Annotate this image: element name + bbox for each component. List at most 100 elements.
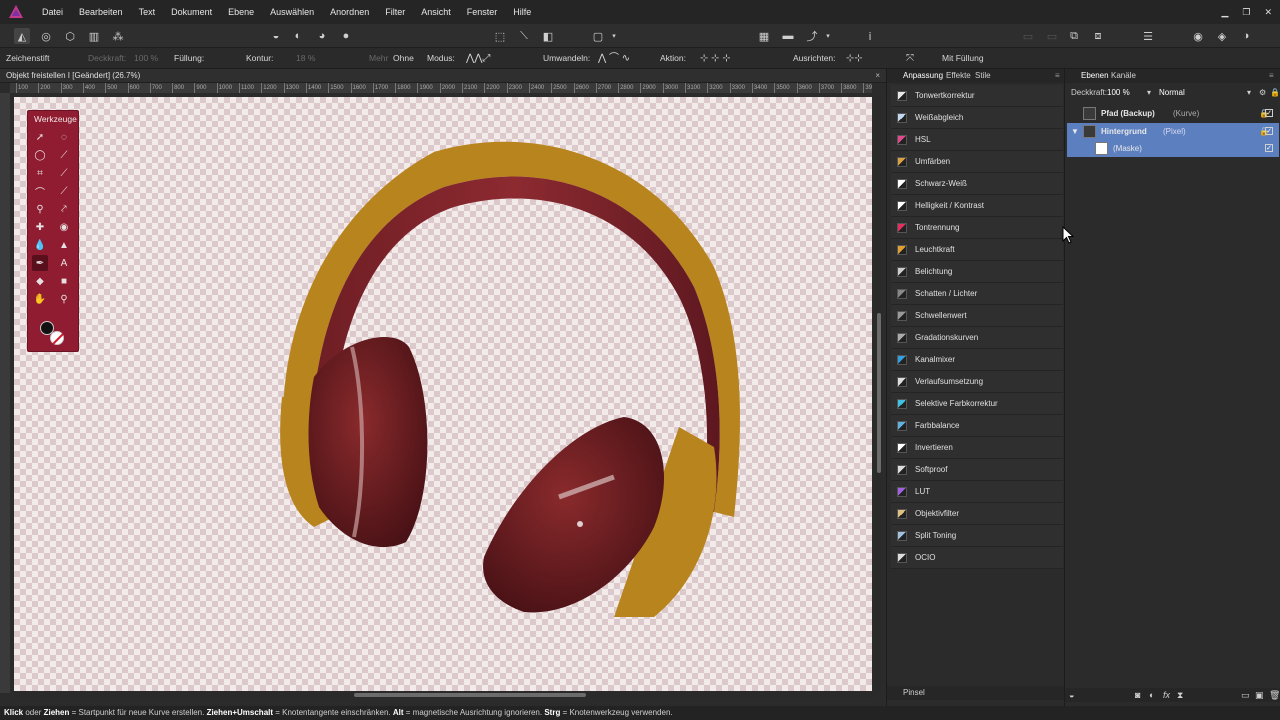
chevron-down-icon[interactable]: ▾ <box>1147 86 1151 100</box>
grid-icon[interactable]: ▦ <box>756 28 772 44</box>
adjustment-item[interactable]: Verlaufsumsetzung <box>891 371 1063 393</box>
sharpen-tool-icon[interactable]: ▲ <box>56 237 72 253</box>
menu-item[interactable]: Datei <box>34 0 71 24</box>
live-filter-icon[interactable]: ⧗ <box>1177 688 1183 702</box>
menu-item[interactable]: Auswählen <box>262 0 322 24</box>
transform-icon[interactable]: ⤧ <box>906 48 914 69</box>
dodge-tool-icon[interactable]: ⤤ <box>56 201 72 217</box>
auto-colors-icon[interactable]: ◕ <box>314 28 330 44</box>
adjustment-item[interactable]: Softproof <box>891 459 1063 481</box>
photo-persona-icon[interactable]: ◭ <box>14 28 30 44</box>
fx-icon[interactable]: fx <box>1163 688 1170 702</box>
red-eye-tool-icon[interactable]: ◉ <box>56 219 72 235</box>
add-layer-icon[interactable]: ▣ <box>1255 688 1264 702</box>
menu-item[interactable]: Anordnen <box>322 0 377 24</box>
tab-layers[interactable]: Ebenen <box>1081 69 1109 83</box>
arrange-back-icon[interactable]: ▭ <box>1020 28 1036 44</box>
tab-adjustments[interactable]: Anpassung <box>903 69 943 83</box>
adjustment-item[interactable]: Farbbalance <box>891 415 1063 437</box>
snapping-options-icon[interactable]: ▬ <box>780 28 796 44</box>
layer-opacity-value[interactable]: 100 % <box>1107 86 1130 100</box>
adjustment-item[interactable]: Weißabgleich <box>891 107 1063 129</box>
invert-selection-icon[interactable]: ◧ <box>540 28 556 44</box>
align-icon[interactable]: ☰ <box>1140 28 1156 44</box>
stroke-none-label[interactable]: Ohne <box>393 48 414 69</box>
adjustment-item[interactable]: Umfärben <box>891 151 1063 173</box>
visibility-checkbox[interactable]: ✓ <box>1265 127 1273 135</box>
tab-styles[interactable]: Stile <box>975 69 991 83</box>
menu-item[interactable]: Dokument <box>163 0 220 24</box>
group-icon[interactable]: ▭ <box>1241 688 1250 702</box>
chevron-down-icon[interactable]: ▾ <box>606 28 622 44</box>
horizontal-scroll-thumb[interactable] <box>354 693 586 697</box>
adjustment-item[interactable]: Schwellenwert <box>891 305 1063 327</box>
adjustment-item[interactable]: Leuchtkraft <box>891 239 1063 261</box>
restore-icon[interactable]: ❐ <box>1242 7 1250 18</box>
menu-item[interactable]: Hilfe <box>505 0 539 24</box>
layer-row-mask[interactable]: (Maske) ✓ <box>1067 140 1279 157</box>
view-tool-icon[interactable]: ◌ <box>56 129 72 145</box>
action-icons[interactable]: ⊹ ⊹ ⊹ <box>700 48 731 69</box>
snapping-icon[interactable]: ⤴ <box>804 28 820 44</box>
expand-triangle-icon[interactable]: ▼ <box>1071 123 1079 140</box>
align-icons[interactable]: ⊹⊹ <box>846 48 863 69</box>
boolean-add-icon[interactable]: ◉ <box>1190 28 1206 44</box>
arrange-forward-icon[interactable]: ▭ <box>1044 28 1060 44</box>
adjustment-item[interactable]: Schatten / Lichter <box>891 283 1063 305</box>
gear-icon[interactable]: ⚙ <box>1259 86 1266 100</box>
adjustment-item[interactable]: Schwarz-Weiß <box>891 173 1063 195</box>
arrange-top-icon[interactable]: ⧈ <box>1090 28 1106 44</box>
export-persona-icon[interactable]: ⁂ <box>110 28 126 44</box>
visibility-checkbox[interactable]: ✓ <box>1265 144 1273 152</box>
hand-tool-icon[interactable]: ✋ <box>32 291 48 307</box>
chevron-down-icon[interactable]: ▾ <box>820 28 836 44</box>
blend-mode-select[interactable]: Normal <box>1159 86 1185 100</box>
layer-row-path-backup[interactable]: Pfad (Backup) (Kurve) 🔒 ✓ <box>1067 105 1279 122</box>
search-field-value[interactable]: Pinsel <box>903 688 925 697</box>
adjustment-item[interactable]: Kanalmixer <box>891 349 1063 371</box>
brush-tool-icon[interactable]: ⟋ <box>56 165 72 181</box>
crop-tool-icon[interactable]: ⌗ <box>32 165 48 181</box>
tab-effects[interactable]: Effekte <box>946 69 971 83</box>
more-button[interactable]: Mehr <box>369 48 388 69</box>
mask-layer-icon[interactable]: ◙ <box>1135 688 1140 702</box>
menu-item[interactable]: Ebene <box>220 0 262 24</box>
secondary-color-swatch[interactable] <box>50 331 64 345</box>
document-tab[interactable]: Objekt freistellen I [Geändert] (26.7%) … <box>0 69 886 83</box>
auto-levels-icon[interactable]: ◒ <box>268 28 284 44</box>
menu-item[interactable]: Filter <box>377 0 413 24</box>
zoom-tool-icon[interactable]: ⚲ <box>56 291 72 307</box>
pen-mode-icon[interactable]: ⋀⋀⤢ <box>466 48 490 69</box>
rectangle-tool-icon[interactable]: ■ <box>56 273 72 289</box>
healing-tool-icon[interactable]: ✚ <box>32 219 48 235</box>
adjustment-item[interactable]: LUT <box>891 481 1063 503</box>
adjustment-item[interactable]: Split Toning <box>891 525 1063 547</box>
adjustment-item[interactable]: Tonwertkorrektur <box>891 85 1063 107</box>
adjustments-search-bar[interactable]: Pinsel <box>887 686 1065 700</box>
adjustment-item[interactable]: Belichtung <box>891 261 1063 283</box>
adjustment-item[interactable]: Helligkeit / Kontrast <box>891 195 1063 217</box>
canvas[interactable] <box>14 97 872 691</box>
paint-brush-icon[interactable]: ⟋ <box>56 183 72 199</box>
menu-item[interactable]: Bearbeiten <box>71 0 131 24</box>
vertical-scroll-thumb[interactable] <box>877 313 881 473</box>
vertical-scrollbar[interactable] <box>876 93 882 693</box>
adjustment-item[interactable]: Selektive Farbkorrektur <box>891 393 1063 415</box>
liquify-persona-icon[interactable]: ◎ <box>38 28 54 44</box>
horizontal-scrollbar[interactable] <box>14 692 876 698</box>
fill-tool-icon[interactable]: ◆ <box>32 273 48 289</box>
blur-tool-icon[interactable]: 💧 <box>32 237 48 253</box>
layer-row-background[interactable]: ▼ Hintergrund (Pixel) 🔒 ✓ <box>1067 123 1279 140</box>
ellipse-selection-icon[interactable]: ◯ <box>32 147 48 163</box>
blend-ranges-icon[interactable]: ◒ <box>1069 688 1074 702</box>
develop-persona-icon[interactable]: ⬡ <box>62 28 78 44</box>
adjustment-item[interactable]: OCIO <box>891 547 1063 569</box>
panel-menu-icon[interactable]: ≡ <box>1269 69 1274 83</box>
auto-contrast-icon[interactable]: ◐ <box>290 28 306 44</box>
selection-icon[interactable]: ⬚ <box>492 28 508 44</box>
close-document-icon[interactable]: × <box>875 69 880 83</box>
color-picker-icon[interactable]: ⟋ <box>56 147 72 163</box>
convert-icons[interactable]: ⋀ ⌒ ∿ <box>598 48 630 69</box>
adjustment-item[interactable]: Invertieren <box>891 437 1063 459</box>
adjustment-item[interactable]: Objektivfilter <box>891 503 1063 525</box>
